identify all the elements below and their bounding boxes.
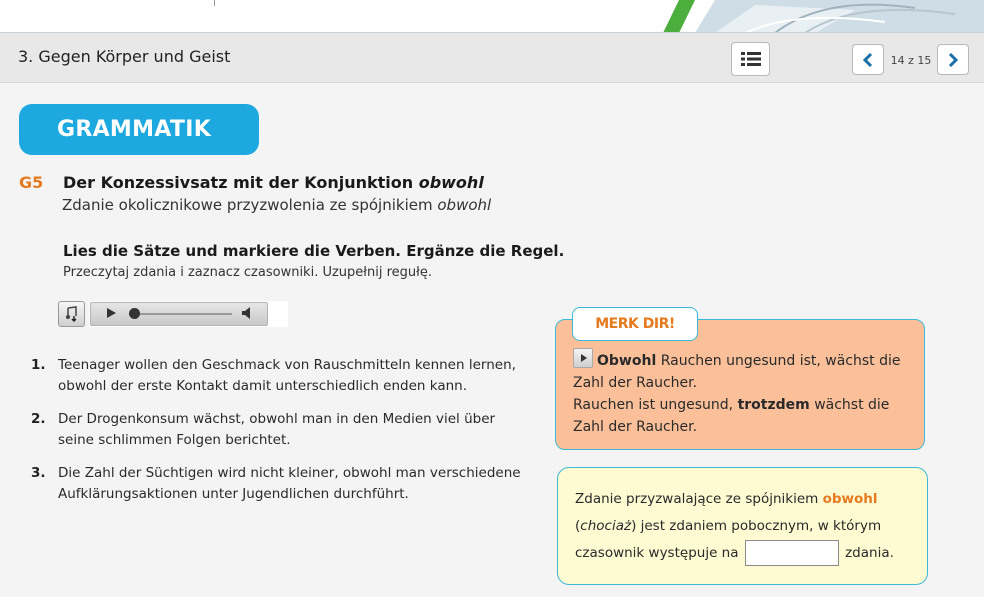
rule-text-start: Zdanie przyzwalające ze spójnikiem bbox=[575, 491, 823, 507]
chevron-right-icon bbox=[948, 52, 959, 67]
menu-button[interactable] bbox=[731, 42, 770, 76]
exercise-code: G5 bbox=[19, 173, 44, 192]
volume-icon[interactable] bbox=[241, 307, 255, 319]
top-banner bbox=[0, 0, 984, 33]
audio-player bbox=[89, 301, 288, 327]
play-icon[interactable] bbox=[107, 308, 116, 318]
item-text: Teenager wollen den Geschmack von Rausch… bbox=[58, 357, 516, 394]
item-text: Der Drogenkonsum wächst, obwohl man in d… bbox=[58, 411, 496, 448]
item-number: 3. bbox=[31, 465, 46, 481]
merk-keyword-trotzdem: trotzdem bbox=[737, 397, 810, 413]
rule-text-end: zdania. bbox=[840, 545, 894, 561]
list-item: 3. Die Zahl der Süchtigen wird nicht kle… bbox=[31, 463, 531, 505]
chevron-left-icon bbox=[862, 52, 873, 67]
sentence-list: 1. Teenager wollen den Geschmack von Rau… bbox=[31, 355, 531, 517]
banner-decoration bbox=[663, 0, 984, 32]
item-text: Die Zahl der Süchtigen wird nicht kleine… bbox=[58, 465, 521, 502]
seek-track[interactable] bbox=[132, 313, 232, 315]
prev-page-button[interactable] bbox=[852, 44, 884, 75]
music-download-icon bbox=[65, 306, 77, 322]
next-page-button[interactable] bbox=[937, 44, 969, 75]
audio-download-button[interactable] bbox=[58, 301, 85, 327]
merk-line2-prefix: Rauchen ist ungesund, bbox=[573, 397, 738, 413]
rule-keyword: obwohl bbox=[822, 491, 878, 507]
list-item: 1. Teenager wollen den Geschmack von Rau… bbox=[31, 355, 531, 397]
banner-divider bbox=[214, 0, 215, 6]
heading-german: Der Konzessivsatz mit der Konjunktion ob… bbox=[63, 173, 484, 192]
heading-polish-keyword: obwohl bbox=[437, 196, 492, 214]
heading-german-text: Der Konzessivsatz mit der Konjunktion bbox=[63, 173, 419, 192]
section-badge: GRAMMATIK bbox=[19, 104, 259, 155]
merk-keyword-obwohl: Obwohl bbox=[597, 353, 657, 369]
rule-translation: chociaż bbox=[580, 518, 632, 534]
heading-german-keyword: obwohl bbox=[418, 173, 484, 192]
heading-polish: Zdanie okolicznikowe przyzwolenia ze spó… bbox=[62, 196, 491, 214]
list-icon bbox=[740, 52, 761, 66]
task-polish: Przeczytaj zdania i zaznacz czasowniki. … bbox=[63, 265, 432, 280]
item-number: 2. bbox=[31, 411, 46, 427]
rule-answer-input[interactable] bbox=[744, 540, 839, 566]
chapter-header: 3. Gegen Körper und Geist 14 z 15 bbox=[0, 33, 984, 83]
merk-dir-content: Obwohl Rauchen ungesund ist, wächst die … bbox=[573, 348, 918, 438]
heading-polish-text: Zdanie okolicznikowe przyzwolenia ze spó… bbox=[62, 196, 438, 214]
list-item: 2. Der Drogenkonsum wächst, obwohl man i… bbox=[31, 409, 531, 451]
seek-handle[interactable] bbox=[129, 308, 140, 319]
play-example-icon[interactable] bbox=[573, 348, 593, 368]
rule-content: Zdanie przyzwalające ze spójnikiem obwoh… bbox=[575, 486, 920, 567]
task-german: Lies die Sätze und markiere die Verben. … bbox=[63, 242, 565, 260]
item-number: 1. bbox=[31, 357, 46, 373]
page-indicator: 14 z 15 bbox=[890, 54, 932, 67]
chapter-title: 3. Gegen Körper und Geist bbox=[18, 47, 231, 66]
merk-dir-label: MERK DIR! bbox=[572, 307, 698, 341]
